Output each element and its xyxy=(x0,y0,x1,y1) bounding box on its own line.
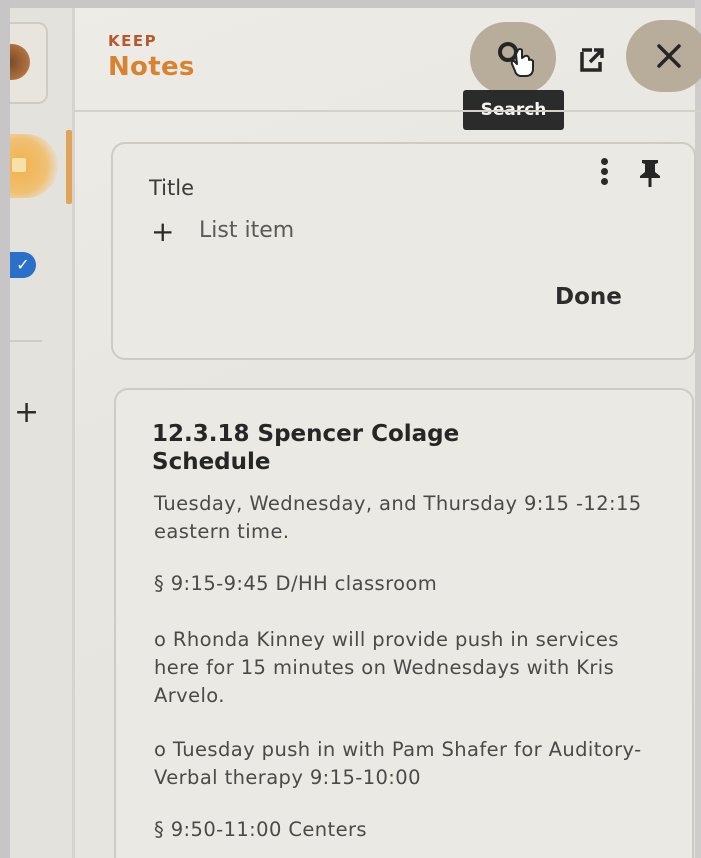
keep-bulb-icon xyxy=(12,158,26,172)
active-app-indicator xyxy=(66,130,72,204)
brand-label: KEEP xyxy=(108,32,158,50)
note-line: o Tuesday push in with Pam Shafer for Au… xyxy=(154,738,642,789)
open-in-new-button[interactable] xyxy=(566,34,618,86)
page-title: Notes xyxy=(108,52,195,82)
note-line: § 9:15-9:45 D/HH classroom xyxy=(154,572,438,595)
list-item-input[interactable]: List item xyxy=(199,218,294,243)
add-list-item-icon[interactable]: + xyxy=(151,214,174,250)
pin-icon[interactable] xyxy=(637,158,665,188)
search-button[interactable] xyxy=(470,22,556,94)
close-button[interactable] xyxy=(626,20,701,92)
add-app-button[interactable]: + xyxy=(14,398,39,428)
close-icon xyxy=(657,44,681,68)
open-in-new-icon xyxy=(580,48,604,72)
monitor-edge-top xyxy=(0,0,701,8)
keep-notes-panel: ✓ + KEEP Notes Search Title + List item … xyxy=(0,0,701,858)
rail-divider xyxy=(10,340,42,342)
note-title-input[interactable]: Title xyxy=(149,176,194,200)
note-card[interactable]: 12.3.18 Spencer Colage Schedule Tuesday,… xyxy=(114,388,694,858)
new-note-card[interactable]: Title + List item Done xyxy=(111,142,696,360)
note-line: § 9:50-11:00 Centers xyxy=(154,818,367,841)
note-line: Tuesday, Wednesday, and Thursday 9:15 -1… xyxy=(154,492,642,543)
monitor-edge-left xyxy=(0,0,10,858)
note-title: 12.3.18 Spencer Colage Schedule xyxy=(152,421,460,475)
tasks-check-icon[interactable]: ✓ xyxy=(10,252,36,278)
note-line: o Rhonda Kinney will provide push in ser… xyxy=(154,628,619,707)
monitor-edge-right xyxy=(695,0,701,858)
header-divider xyxy=(74,110,701,112)
search-icon xyxy=(498,42,534,77)
done-button[interactable]: Done xyxy=(555,284,622,310)
more-options-icon[interactable] xyxy=(597,158,611,188)
